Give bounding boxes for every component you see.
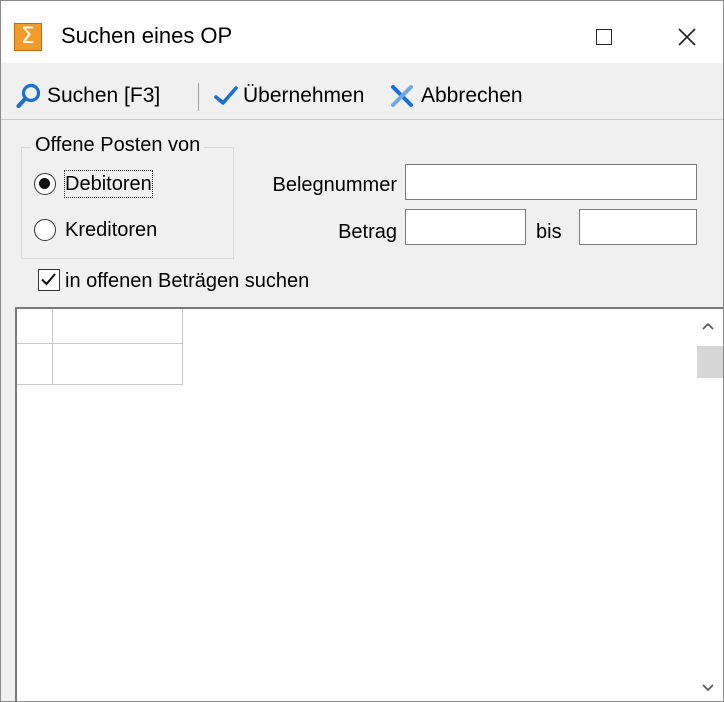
close-icon (678, 28, 696, 46)
scroll-down-arrow-icon[interactable] (698, 678, 718, 698)
radio-selected-dot (39, 178, 50, 189)
radio-debitoren[interactable] (34, 173, 56, 195)
grid-data-cell[interactable] (53, 344, 183, 385)
maximize-button[interactable] (584, 19, 624, 55)
close-button[interactable] (667, 19, 707, 55)
open-items-group-title: Offene Posten von (31, 133, 205, 157)
toolbar-divider (1, 119, 723, 120)
results-grid[interactable] (15, 307, 723, 701)
radio-debitoren-label[interactable]: Debitoren (64, 170, 153, 198)
checkmark-icon (214, 86, 238, 105)
apply-button[interactable]: Übernehmen (213, 74, 364, 118)
grid-header-cell[interactable] (53, 309, 183, 344)
scroll-up-arrow-icon[interactable] (698, 316, 718, 336)
betrag-to-input[interactable] (579, 209, 697, 245)
betrag-from-input[interactable] (405, 209, 526, 245)
title-bar: Σ Suchen eines OP (1, 1, 723, 63)
belegnummer-input[interactable] (405, 164, 697, 200)
toolbar: Suchen [F3] Übernehmen Abbrechen (1, 74, 723, 118)
cancel-button[interactable]: Abbrechen (389, 74, 523, 118)
open-amounts-checkbox[interactable] (38, 269, 60, 291)
belegnummer-label: Belegnummer (272, 174, 397, 196)
search-op-dialog: Σ Suchen eines OP Suchen [F3] Übernehmen (0, 0, 724, 702)
scrollbar-thumb[interactable] (697, 346, 723, 378)
maximize-icon (596, 29, 612, 45)
search-icon (16, 83, 41, 109)
cancel-x-icon (391, 85, 413, 107)
checkbox-check-icon (41, 273, 56, 286)
open-amounts-label[interactable]: in offenen Beträgen suchen (65, 268, 309, 294)
betrag-label: Betrag (338, 221, 397, 243)
radio-kreditoren[interactable] (34, 219, 56, 241)
bis-label: bis (536, 221, 562, 243)
search-button[interactable]: Suchen [F3] (15, 74, 160, 118)
window-title: Suchen eines OP (61, 23, 233, 48)
grid-row-indicator[interactable] (17, 344, 53, 385)
toolbar-separator (198, 83, 199, 111)
radio-kreditoren-label[interactable]: Kreditoren (65, 217, 157, 243)
cancel-button-label: Abbrechen (421, 84, 523, 107)
search-button-label: Suchen [F3] (47, 84, 161, 107)
grid-header-corner (17, 309, 53, 344)
sigma-app-icon: Σ (14, 23, 42, 51)
apply-button-label: Übernehmen (243, 84, 365, 107)
